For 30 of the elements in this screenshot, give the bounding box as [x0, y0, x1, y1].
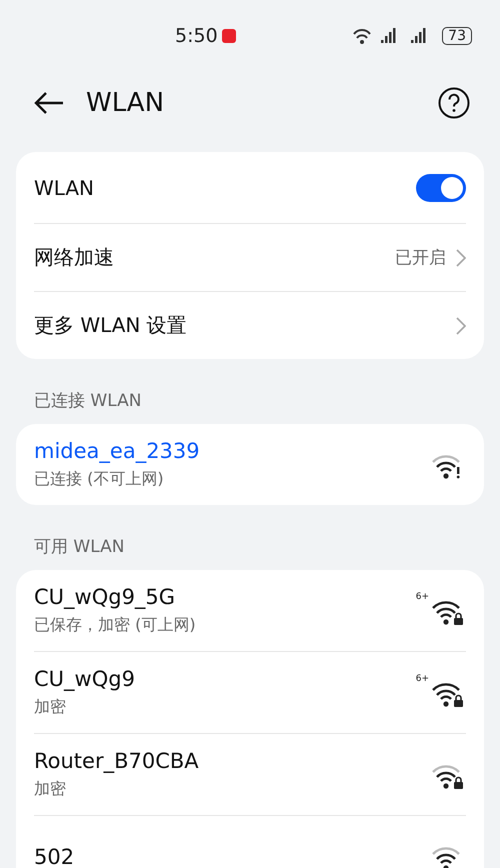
setting-item[interactable]: 更多 WLAN 设置	[34, 291, 466, 359]
network-status: 加密	[34, 697, 67, 718]
chevron-icon	[456, 248, 466, 266]
network-status: 已保存，加密 (可上网)	[34, 615, 196, 636]
network-item[interactable]: CU_wQg9_5G 已保存，加密 (可上网) 6+	[34, 570, 466, 651]
network-item[interactable]: 502	[34, 815, 466, 868]
network-status: 加密	[34, 779, 67, 800]
setting-item[interactable]: 网络加速 已开启	[34, 223, 466, 291]
network-item[interactable]: midea_ea_2339 已连接 (不可上网)	[34, 424, 466, 505]
wifi6-label: 6+	[416, 674, 429, 684]
network-item[interactable]: Router_B70CBA 加密	[34, 733, 466, 815]
network-name: CU_wQg9_5G	[34, 585, 176, 609]
battery-level: 73	[442, 27, 472, 45]
page-title: WLAN	[86, 88, 164, 118]
network-item[interactable]: CU_wQg9 加密 6+	[34, 651, 466, 733]
setting-label: WLAN	[34, 176, 94, 200]
app-notification-icon	[222, 29, 236, 43]
network-name: Router_B70CBA	[34, 749, 199, 773]
network-name: midea_ea_2339	[34, 439, 200, 463]
section-label: 已连接 WLAN	[33, 390, 142, 413]
network-name: CU_wQg9	[34, 667, 135, 691]
chevron-icon	[456, 316, 466, 334]
back-icon[interactable]	[34, 91, 64, 115]
wlan-switch[interactable]	[416, 174, 466, 202]
section-label: 可用 WLAN	[33, 536, 126, 559]
wifi6-label: 6+	[416, 592, 429, 602]
help-icon[interactable]	[438, 87, 470, 119]
network-status: 已连接 (不可上网)	[34, 469, 165, 490]
status-time: 5:50	[175, 25, 218, 47]
network-name: 502	[34, 844, 74, 868]
